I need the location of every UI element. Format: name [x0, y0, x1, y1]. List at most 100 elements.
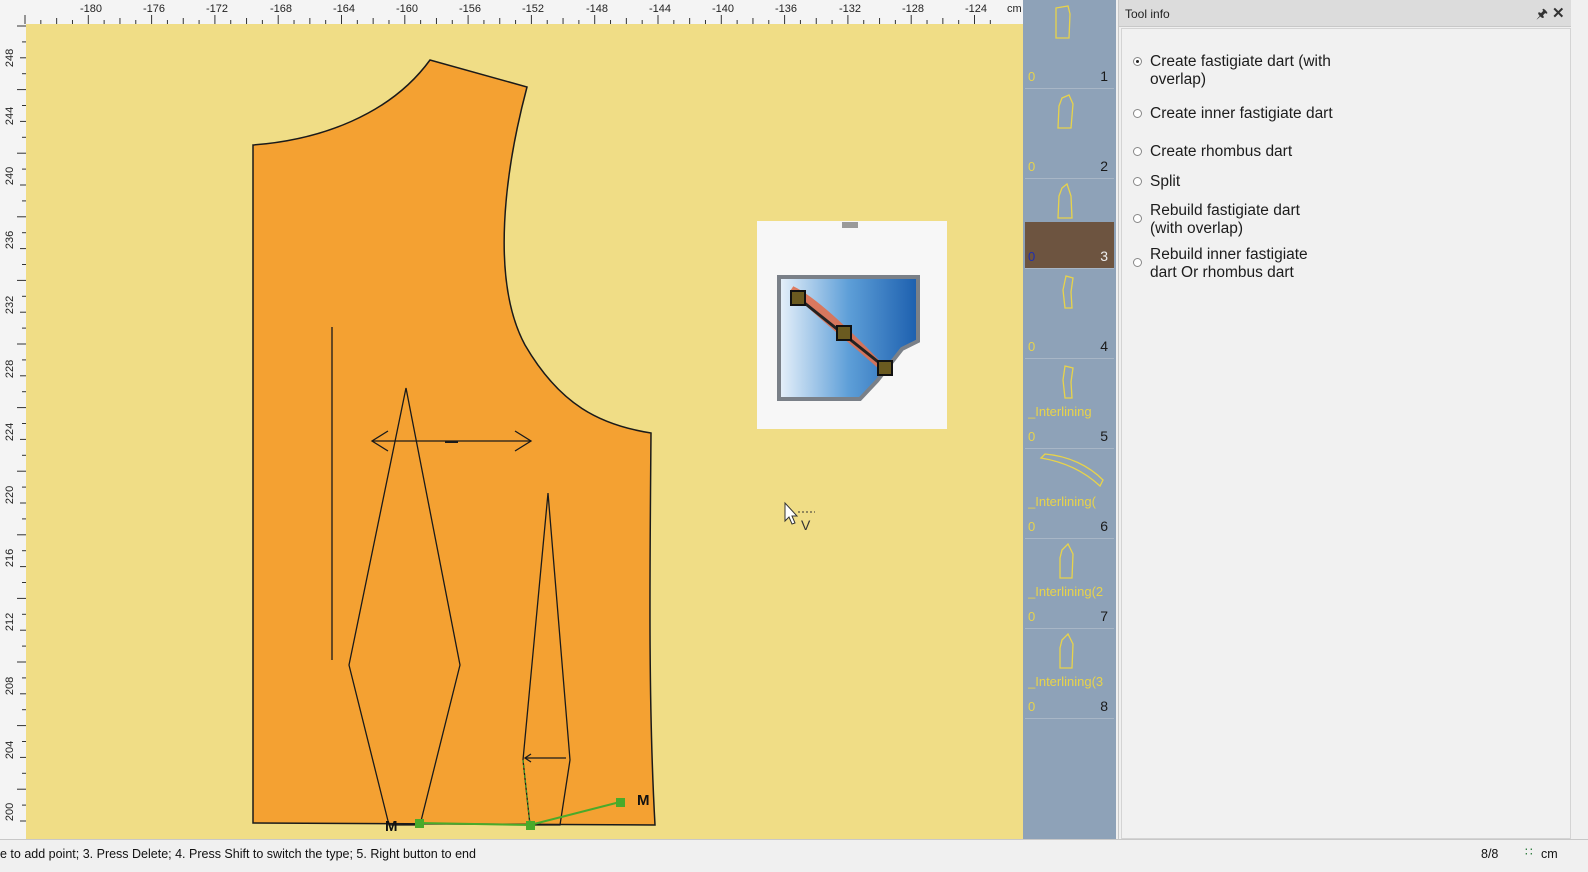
panel-title: Tool info [1125, 7, 1170, 21]
tool-options: Create fastigiate dart (with overlap) Cr… [1121, 28, 1571, 839]
ruler-label: -164 [333, 3, 355, 15]
ruler-label: 208 [4, 677, 16, 695]
thumb-number: 1 [1100, 68, 1108, 84]
tool-preview-popup [757, 221, 947, 429]
thumb-name: _Interlining(3 [1028, 674, 1104, 689]
ruler-label: -172 [206, 3, 228, 15]
grid-icon[interactable]: ∷ [1525, 845, 1533, 859]
page-count: 8/8 [1481, 847, 1499, 861]
thumb-number: 5 [1100, 428, 1108, 444]
thumb-count: 0 [1028, 339, 1036, 354]
radio-button[interactable] [1133, 177, 1142, 186]
radio-button[interactable] [1133, 214, 1142, 223]
ruler-label: -168 [270, 3, 292, 15]
thumb-number: 2 [1100, 158, 1108, 174]
pattern-thumbnail-3[interactable]: 0 3 [1025, 182, 1114, 269]
pattern-thumbnail-5[interactable]: _Interlining 0 5 [1025, 362, 1114, 449]
ruler-label: 228 [4, 360, 16, 378]
ruler-unit: cm [1007, 3, 1022, 15]
pattern-thumbnail-4[interactable]: 0 4 [1025, 272, 1114, 359]
ruler-label: -132 [839, 3, 861, 15]
new-dart-point[interactable] [526, 821, 535, 830]
thumb-number: 4 [1100, 338, 1108, 354]
thumb-number: 8 [1100, 698, 1108, 714]
option-create-rhombus-dart[interactable]: Create rhombus dart [1133, 143, 1293, 161]
ruler-label: 240 [4, 167, 16, 185]
ruler-label: -152 [522, 3, 544, 15]
pattern-thumbnail-1[interactable]: 0 1 [1025, 2, 1114, 89]
status-bar: e to add point; 3. Press Delete; 4. Pres… [0, 839, 1588, 872]
thumb-number: 3 [1100, 248, 1108, 264]
unit-label[interactable]: cm [1541, 847, 1558, 861]
ruler-label: -148 [586, 3, 608, 15]
ruler-ticks [24, 15, 991, 24]
ruler-label: -124 [965, 3, 987, 15]
ruler-label: 212 [4, 613, 16, 631]
ruler-label: -136 [775, 3, 797, 15]
option-label: Create fastigiate dart (with overlap) [1150, 53, 1331, 88]
option-create-fastigiate-dart[interactable]: Create fastigiate dart (with overlap) [1133, 53, 1331, 89]
ruler-label: 232 [4, 296, 16, 314]
pattern-thumbnail-6[interactable]: _Interlining( 0 6 [1025, 452, 1114, 539]
ruler-labels: -180 -176 -172 -168 -164 -160 -156 -152 … [80, 3, 1022, 15]
ruler-label: 204 [4, 741, 16, 759]
option-rebuild-fastigiate-dart[interactable]: Rebuild fastigiate dart (with overlap) [1133, 202, 1300, 238]
ruler-label: -140 [712, 3, 734, 15]
left-ruler: 248 244 240 236 232 228 224 220 216 212 … [0, 24, 27, 839]
notch-marker: M [385, 818, 398, 835]
thumb-count: 0 [1028, 609, 1036, 624]
pattern-thumbnail-2[interactable]: 0 2 [1025, 92, 1114, 179]
ruler-label: -160 [396, 3, 418, 15]
pin-icon[interactable]: 🖈 [1536, 5, 1548, 27]
radio-button[interactable] [1133, 109, 1142, 118]
ruler-label: -176 [143, 3, 165, 15]
notch-marker: M [637, 792, 650, 809]
option-rebuild-inner-or-rhombus-dart[interactable]: Rebuild inner fastigiate dart Or rhombus… [1133, 246, 1308, 282]
ruler-label: 248 [4, 49, 16, 67]
ruler-ticks [17, 25, 26, 822]
panel-header: Tool info 🖈 ✕ [1119, 0, 1571, 27]
close-icon[interactable]: ✕ [1552, 4, 1565, 22]
ruler-label: 220 [4, 486, 16, 504]
thumb-name: _Interlining( [1028, 494, 1096, 509]
thumb-count: 0 [1028, 249, 1036, 264]
new-dart-point[interactable] [415, 819, 424, 828]
cursor-icon: V [784, 501, 815, 533]
ruler-label: 236 [4, 231, 16, 249]
new-dart-point[interactable] [616, 798, 625, 807]
cursor-hint: V [801, 517, 811, 533]
ruler-label: 216 [4, 549, 16, 567]
ruler-label: 244 [4, 107, 16, 125]
thumb-count: 0 [1028, 69, 1036, 84]
pattern-canvas[interactable]: M M V [26, 24, 1023, 839]
ruler-label: -144 [649, 3, 671, 15]
thumb-count: 0 [1028, 519, 1036, 534]
tool-info-panel: Tool info 🖈 ✕ Create fastigiate dart (wi… [1118, 0, 1588, 839]
thumb-name: _Interlining [1028, 404, 1092, 419]
pattern-thumbnail-8[interactable]: _Interlining(3 0 8 [1025, 632, 1114, 719]
option-label: Split [1150, 173, 1181, 190]
radio-button[interactable] [1133, 258, 1142, 267]
thumb-number: 6 [1100, 518, 1108, 534]
thumb-number: 7 [1100, 608, 1108, 624]
top-ruler: -180 -176 -172 -168 -164 -160 -156 -152 … [0, 0, 1023, 25]
radio-button[interactable] [1133, 57, 1142, 66]
radio-button[interactable] [1133, 147, 1142, 156]
status-hint: e to add point; 3. Press Delete; 4. Pres… [0, 847, 476, 861]
pattern-list-panel: 0 1 0 2 0 3 0 4 _Interlining 0 5 _Interl… [1023, 0, 1116, 839]
ruler-label: 200 [4, 803, 16, 821]
thumb-count: 0 [1028, 699, 1036, 714]
thumb-name: _Interlining(2 [1028, 584, 1104, 599]
thumb-count: 0 [1028, 429, 1036, 444]
dart-tool-icon [777, 222, 920, 401]
option-split[interactable]: Split [1133, 173, 1181, 191]
ruler-label: -128 [902, 3, 924, 15]
ruler-label: -156 [459, 3, 481, 15]
option-label: Create inner fastigiate dart [1150, 105, 1333, 122]
option-label: Create rhombus dart [1150, 143, 1293, 160]
pattern-thumbnail-7[interactable]: _Interlining(2 0 7 [1025, 542, 1114, 629]
option-create-inner-fastigiate-dart[interactable]: Create inner fastigiate dart [1133, 105, 1333, 123]
ruler-label: -180 [80, 3, 102, 15]
option-label: Rebuild inner fastigiate dart Or rhombus… [1150, 246, 1308, 281]
ruler-label: 224 [4, 423, 16, 441]
